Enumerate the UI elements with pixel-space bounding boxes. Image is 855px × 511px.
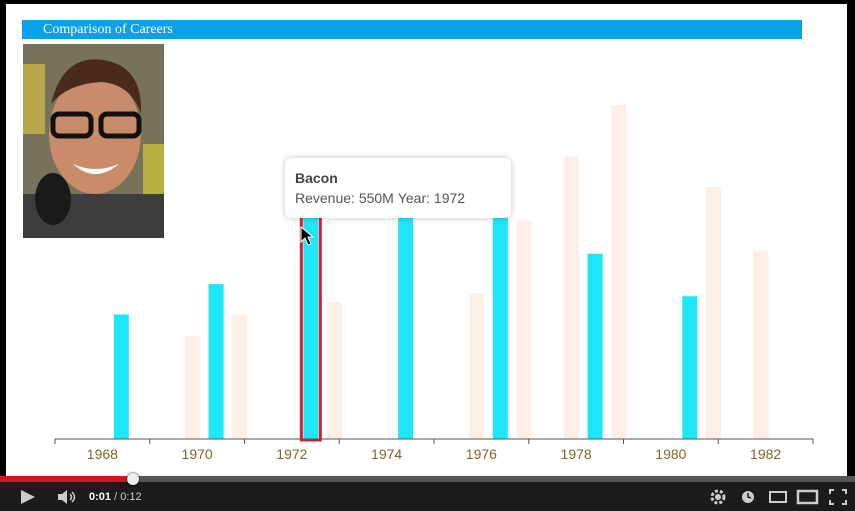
bar-series2-1[interactable] [232,314,248,439]
bar-series2-5[interactable] [563,156,579,440]
bar-bacon-1[interactable] [208,284,224,439]
volume-icon[interactable] [56,486,80,508]
tooltip-revenue: Revenue: 550M [295,190,394,206]
bar-series2-4[interactable] [516,220,532,439]
bar-bacon-6[interactable] [682,296,698,439]
x-tick-label-1974: 1974 [371,446,402,462]
tooltip-title: Bacon [295,170,338,186]
bar-bacon-4[interactable] [492,196,508,439]
watch-later-icon[interactable] [738,486,758,508]
progress-played [0,476,133,482]
fullscreen-icon[interactable] [827,486,849,508]
bar-series2-8[interactable] [753,250,769,439]
player-controls: 0:01 / 0:12 [0,473,855,511]
tooltip-year: Year: 1972 [397,190,466,206]
x-tick-label-1970: 1970 [182,446,213,462]
x-tick-label-1982: 1982 [750,446,781,462]
x-tick-label-1980: 1980 [655,446,686,462]
bar-bacon-0[interactable] [113,314,129,439]
bar-series2-3[interactable] [469,293,485,439]
current-time: 0:01 [89,491,112,503]
x-tick-label-1972: 1972 [276,446,307,462]
settings-icon[interactable] [708,486,728,508]
bar-series2-2[interactable] [327,302,343,439]
theater-mode-icon[interactable] [796,486,820,508]
bar-bacon-5[interactable] [587,253,603,439]
x-tick-label-1978: 1978 [561,446,592,462]
video-player[interactable]: Comparison of Careers 1968 1970 1972 1974 19… [0,0,855,476]
play-icon[interactable] [18,486,38,508]
duration: / 0:12 [114,491,142,503]
bar-series2-7[interactable] [706,186,722,439]
progress-bar[interactable] [0,473,855,485]
time-display: 0:01 / 0:12 [89,491,142,503]
progress-scrubber[interactable] [126,473,139,485]
x-tick-label-1968: 1968 [87,446,118,462]
x-tick-label-1976: 1976 [466,446,497,462]
bar-series2-6[interactable] [611,105,627,439]
small-player-icon[interactable] [767,486,789,508]
mouse-cursor-icon [300,226,314,246]
bar-series2-0[interactable] [184,335,200,439]
chart-tooltip: Bacon Revenue: 550M Year: 1972 [285,158,511,218]
career-bar-chart: 1968 1970 1972 1974 1976 1978 1980 1982 [54,105,814,462]
